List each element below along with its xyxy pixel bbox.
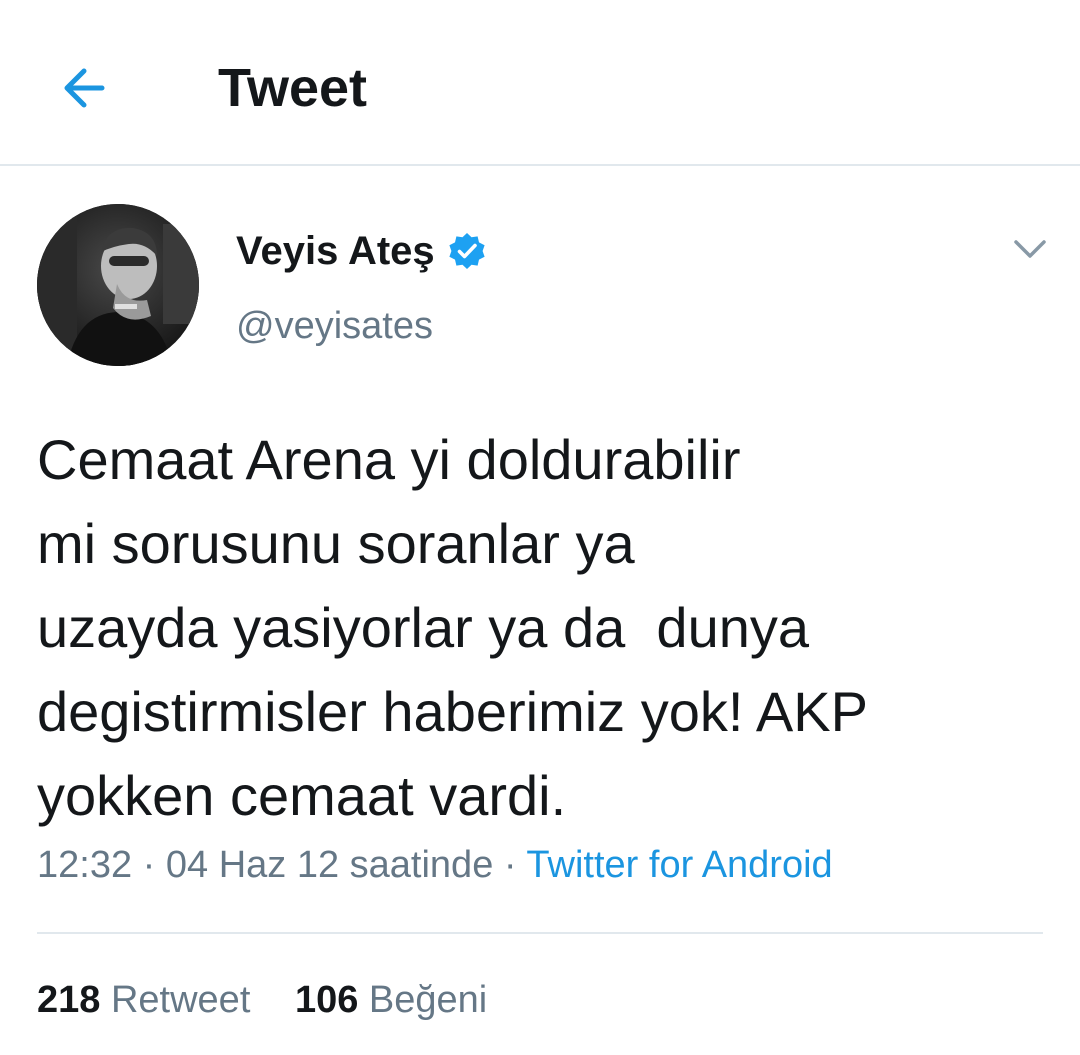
tweet-time[interactable]: 12:32 [37,844,132,886]
tweet-source-link[interactable]: Twitter for Android [526,844,832,886]
author-name-row[interactable]: Veyis Ateş [236,224,487,278]
arrow-left-icon [64,68,105,108]
meta-separator: · [503,844,517,886]
top-bar: Tweet [0,0,1080,166]
likes-stat[interactable]: 106 Beğeni [295,975,487,1025]
tweet-menu-button[interactable] [1010,234,1050,264]
avatar-photo [37,204,199,366]
display-name: Veyis Ateş [236,229,435,273]
retweets-count: 218 [37,979,101,1021]
tweet-date[interactable]: 04 Haz 12 saatinde [166,844,493,886]
likes-label: Beğeni [368,979,488,1021]
page-title: Tweet [218,58,368,118]
chevron-down-icon [1014,240,1046,258]
user-handle[interactable]: @veyisates [236,302,433,350]
tweet-meta: 12:32 · 04 Haz 12 saatinde · Twitter for… [37,840,833,890]
verified-badge-icon [449,233,485,269]
back-button[interactable] [56,58,116,118]
avatar[interactable] [37,204,199,366]
meta-separator: · [142,844,156,886]
retweets-label: Retweet [110,979,251,1021]
likes-count: 106 [294,979,359,1021]
divider [37,932,1043,934]
retweets-stat[interactable]: 218 Retweet [37,975,250,1025]
tweet-text: Cemaat Arena yi doldurabilir mi sorusunu… [37,428,868,827]
tweet-stats: 218 Retweet 106 Beğeni [37,975,487,1025]
